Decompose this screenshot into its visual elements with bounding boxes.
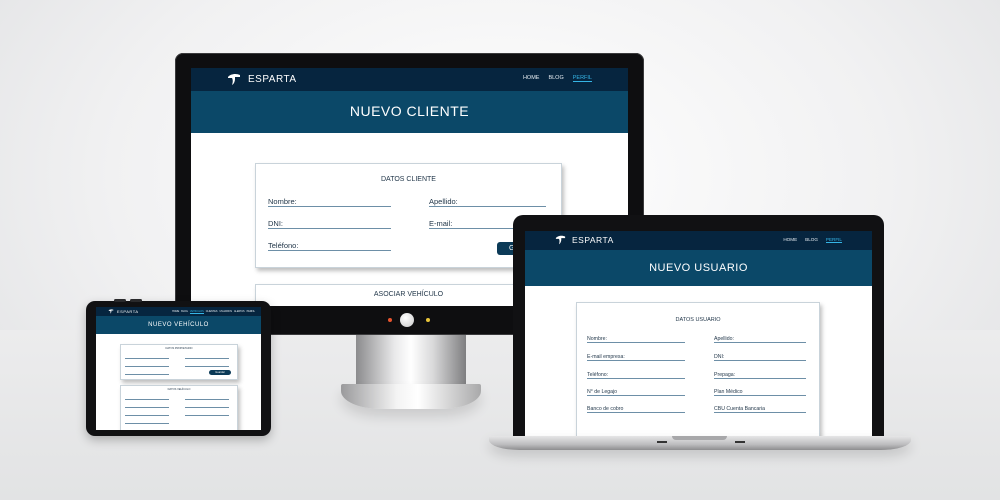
laptop-notch (672, 436, 727, 440)
laptop-content: DATOS USUARIO Nombre: Apellido: E-mail e… (525, 286, 872, 438)
card-title: DATOS PROPIETARIO (165, 347, 193, 350)
propietario-field[interactable] (125, 355, 169, 359)
apellido-field[interactable]: Apellido: (429, 197, 546, 207)
propietario-field[interactable] (125, 363, 169, 367)
brand-name: ESPARTA (248, 74, 297, 85)
nav-clientes[interactable]: CLIENTES (206, 310, 218, 314)
telefono-field[interactable]: Teléfono: (268, 241, 391, 251)
monitor-stand-neck (356, 335, 466, 387)
vehiculo-field[interactable] (125, 412, 169, 416)
vehiculo-field[interactable] (185, 404, 229, 408)
tablet-content: DATOS PROPIETARIO Guardar DATOS VEHÍCULO (96, 334, 261, 430)
plan-medico-field[interactable]: Plan Médico (714, 389, 806, 396)
propietario-field[interactable] (125, 371, 169, 375)
guardar-button[interactable]: Guardar (209, 370, 231, 375)
propietario-field[interactable] (185, 363, 229, 367)
brand-name: ESPARTA (572, 235, 614, 245)
desktop-banner: NUEVO CLIENTE (191, 91, 628, 133)
nav-home[interactable]: HOME (783, 237, 797, 243)
vehiculo-field[interactable] (125, 404, 169, 408)
nombre-field[interactable]: Nombre: (587, 336, 685, 343)
vehiculo-field[interactable] (125, 396, 169, 400)
card-title: DATOS VEHÍCULO (167, 388, 191, 391)
email-empresa-field[interactable]: E-mail empresa: (587, 354, 685, 361)
nav-vehiculos[interactable]: VEHICULOS (189, 310, 204, 314)
laptop-base (489, 436, 911, 450)
page-title: NUEVO USUARIO (649, 262, 748, 274)
vehiculo-field[interactable] (185, 412, 229, 416)
nav-blog[interactable]: BLOG (805, 237, 818, 243)
laptop-navbar: ESPARTA HOME BLOG PERFIL (525, 231, 872, 250)
tablet-screen: ESPARTA HOME BLOG VEHICULOS CLIENTES USU… (96, 307, 261, 430)
power-button-icon[interactable] (400, 313, 414, 327)
tablet-device: ESPARTA HOME BLOG VEHICULOS CLIENTES USU… (86, 299, 271, 436)
dni-field[interactable]: DNI: (268, 219, 391, 229)
laptop-nav-links: HOME BLOG PERFIL (783, 237, 842, 243)
vehiculo-field[interactable] (185, 396, 229, 400)
datos-propietario-card: DATOS PROPIETARIO Guardar (120, 344, 238, 380)
tablet-volume-button (114, 299, 126, 302)
vehiculo-field[interactable] (125, 420, 169, 424)
spartan-helmet-icon (108, 309, 114, 314)
legajo-field[interactable]: N° de Legajo (587, 389, 685, 396)
laptop-vent-icon (735, 441, 745, 443)
cbu-field[interactable]: CBU Cuenta Bancaria (714, 406, 806, 413)
laptop-device: ESPARTA HOME BLOG PERFIL NUEVO USUARIO D… (513, 215, 884, 438)
laptop-screen: ESPARTA HOME BLOG PERFIL NUEVO USUARIO D… (525, 231, 872, 438)
desktop-nav-links: HOME BLOG PERFIL (523, 75, 592, 82)
nav-alertas[interactable]: ALERTAS (234, 310, 245, 314)
nav-home[interactable]: HOME (172, 310, 179, 314)
prepaga-field[interactable]: Prepaga: (714, 372, 806, 379)
tablet-brand[interactable]: ESPARTA (108, 309, 139, 314)
tablet-volume-button (130, 299, 142, 302)
nav-perfil[interactable]: PERFIL (825, 237, 842, 243)
spartan-helmet-icon (555, 235, 566, 245)
laptop-brand[interactable]: ESPARTA (555, 235, 614, 245)
monitor-stand-base (341, 384, 481, 409)
nav-usuarios[interactable]: USUARIOS (219, 310, 232, 314)
dni-field[interactable]: DNI: (714, 354, 806, 361)
nav-home[interactable]: HOME (523, 75, 540, 82)
datos-vehiculo-card: DATOS VEHÍCULO (120, 385, 238, 430)
nav-blog[interactable]: BLOG (181, 310, 188, 314)
banco-field[interactable]: Banco de cobro (587, 406, 685, 413)
nav-blog[interactable]: BLOG (548, 75, 563, 82)
page-title: NUEVO CLIENTE (349, 103, 470, 119)
apellido-field[interactable]: Apellido: (714, 336, 806, 343)
laptop-vent-icon (657, 441, 667, 443)
telefono-field[interactable]: Teléfono: (587, 372, 685, 379)
desktop-brand[interactable]: ESPARTA (227, 73, 297, 86)
tablet-nav-links: HOME BLOG VEHICULOS CLIENTES USUARIOS AL… (172, 310, 255, 314)
page-title: NUEVO VEHÍCULO (148, 322, 209, 328)
tablet-navbar: ESPARTA HOME BLOG VEHICULOS CLIENTES USU… (96, 307, 261, 316)
datos-usuario-card: DATOS USUARIO Nombre: Apellido: E-mail e… (576, 302, 820, 438)
desktop-navbar: ESPARTA HOME BLOG PERFIL (191, 68, 628, 91)
nav-perfil[interactable]: PERFIL (247, 310, 255, 314)
spartan-helmet-icon (228, 73, 240, 85)
tablet-banner: NUEVO VEHÍCULO (96, 316, 261, 334)
laptop-banner: NUEVO USUARIO (525, 250, 872, 286)
card-title: DATOS USUARIO (675, 317, 721, 323)
red-led-icon (388, 318, 392, 322)
nombre-field[interactable]: Nombre: (268, 197, 391, 207)
card-title: DATOS CLIENTE (381, 176, 436, 183)
nav-perfil[interactable]: PERFIL (572, 75, 592, 82)
yellow-led-icon (426, 318, 430, 322)
propietario-field[interactable] (185, 355, 229, 359)
brand-name: ESPARTA (117, 309, 139, 314)
